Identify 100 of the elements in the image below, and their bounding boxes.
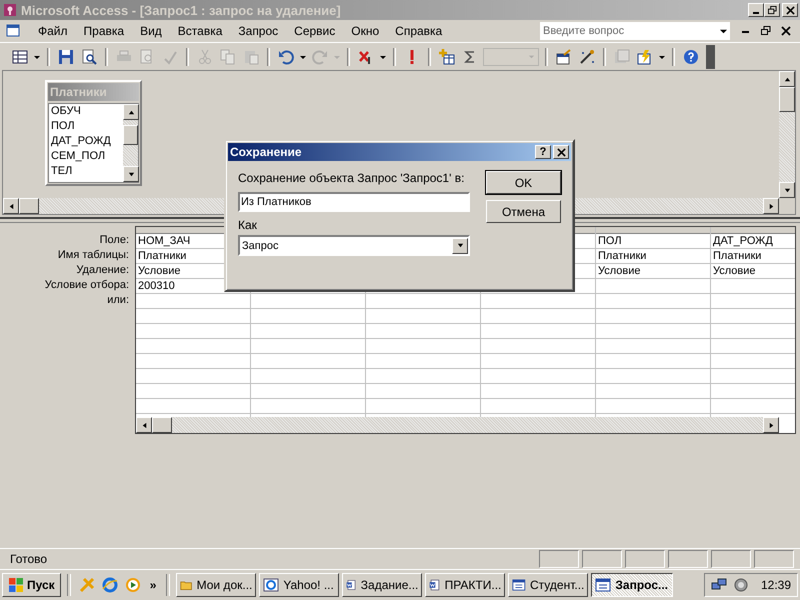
menu-item[interactable]: Запрос [230,24,286,38]
field-list-item[interactable]: ОБУЧ [51,104,123,119]
grid-cell[interactable]: Условие [711,264,795,279]
row-label: Условие отбора: [44,278,130,293]
save-icon[interactable] [58,48,74,64]
search-icon[interactable] [81,48,97,64]
dialog-title: Сохранение [230,145,303,159]
menu-item[interactable]: Сервис [286,24,344,38]
grid-cell[interactable]: ДАТ_РОЖД [711,234,795,249]
scrollbar[interactable] [123,104,138,182]
restore-icon [768,6,776,14]
start-button[interactable]: Пуск [2,573,61,597]
column-selector[interactable] [596,227,710,234]
taskbar-button[interactable]: Задание... [342,573,422,597]
minimize-button[interactable] [748,3,764,17]
scroll-left-button[interactable] [136,417,152,433]
right-arrow-icon [768,422,774,428]
dropdown-button[interactable] [716,22,730,40]
grid-cell[interactable]: Условие [596,264,710,279]
as-label: Как [238,218,258,232]
scrollbar[interactable] [136,417,779,433]
right-arrow-icon [768,202,774,210]
field-list-item[interactable]: СЕМ_ПОЛ [51,149,123,164]
window-icon [4,23,20,39]
status-panel [539,550,579,568]
close-button[interactable] [782,3,798,17]
document-icon [429,577,441,593]
dialog-button[interactable]: Отмена [486,200,561,223]
taskbar-button[interactable]: ПРАКТИ... [425,573,506,597]
undo-icon[interactable] [278,48,294,64]
more-button[interactable]: » [146,578,160,592]
close-icon[interactable] [781,26,791,36]
window-icon [512,577,526,593]
taskbar-button[interactable]: Мои док... [176,573,256,597]
status-text: Готово [10,552,48,566]
left-arrow-icon [8,202,14,210]
scroll-thumb[interactable] [123,125,138,146]
field-list-item[interactable]: ПОЛ [51,119,123,134]
builder-icon[interactable] [579,48,595,64]
menu-item[interactable]: Вид [132,24,170,38]
menu-item[interactable]: Вставка [170,24,230,38]
new-object-icon[interactable] [637,48,653,64]
scroll-up-button[interactable] [123,104,139,120]
scroll-right-button[interactable] [763,198,779,214]
row-label: или: [106,293,130,308]
scrollbar[interactable] [779,71,795,198]
column-selector[interactable] [711,227,795,234]
scroll-down-button[interactable] [123,166,139,182]
menu-item[interactable]: Окно [343,24,388,38]
question-field[interactable]: Введите вопрос [540,22,716,40]
grid-cell[interactable]: ПОЛ [596,234,710,249]
up-arrow-icon [784,76,790,82]
add-table-icon[interactable] [439,48,455,64]
dialog-button[interactable]: OK [486,171,561,194]
scroll-thumb[interactable] [779,87,795,112]
help-button[interactable]: ? [535,145,551,159]
menu-item[interactable]: Файл [30,24,76,38]
down-arrow-icon [784,186,790,194]
close-icon [556,148,566,156]
field-list-item[interactable]: ТЕЛ [51,164,123,179]
media-player-icon[interactable] [124,577,141,593]
properties-icon[interactable] [556,48,572,64]
dropdown-button[interactable] [452,238,468,254]
close-button[interactable] [553,145,569,159]
restore-button[interactable] [764,3,780,17]
status-panel [582,550,622,568]
scroll-up-button[interactable] [779,71,795,87]
field-list-item[interactable]: ДАТ_РОЖД [51,134,123,149]
row-label: Удаление: [75,263,130,278]
caret-icon [528,53,535,60]
prompt-text: Сохранение объекта Запрос 'Запрос1' в: [238,171,466,185]
taskbar-button[interactable]: Yahoo! ... [259,573,340,597]
scroll-thumb[interactable] [152,417,172,433]
status-panel [625,550,665,568]
name-field[interactable]: Из Платников [238,192,470,212]
browser-icon [263,577,280,593]
taskbar-button[interactable]: Студент... [508,573,588,597]
document-icon [346,577,357,593]
browser-icon[interactable] [102,577,118,593]
taskbar-button[interactable]: Запрос... [591,573,674,597]
menu-item[interactable]: Правка [76,24,132,38]
grid-cell[interactable]: Платники [596,249,710,264]
row-label: Поле: [98,233,130,248]
left-arrow-icon [140,422,148,428]
scroll-left-button[interactable] [3,198,19,214]
up-arrow-icon [128,108,134,116]
grid-cell[interactable]: Платники [711,249,795,264]
status-panel [668,550,708,568]
scroll-thumb[interactable] [19,198,39,214]
toolbar-options-handle[interactable] [706,44,715,68]
menu-item[interactable]: Справка [387,24,450,38]
restore-icon[interactable] [761,26,771,36]
close-icon [786,6,794,14]
scroll-right-button[interactable] [763,417,779,433]
help-icon[interactable] [683,48,699,64]
view-icon[interactable] [12,48,28,64]
speaker-icon[interactable] [732,577,749,593]
scroll-down-button[interactable] [779,182,795,198]
window-icon [595,577,612,593]
caret-icon [720,28,726,34]
